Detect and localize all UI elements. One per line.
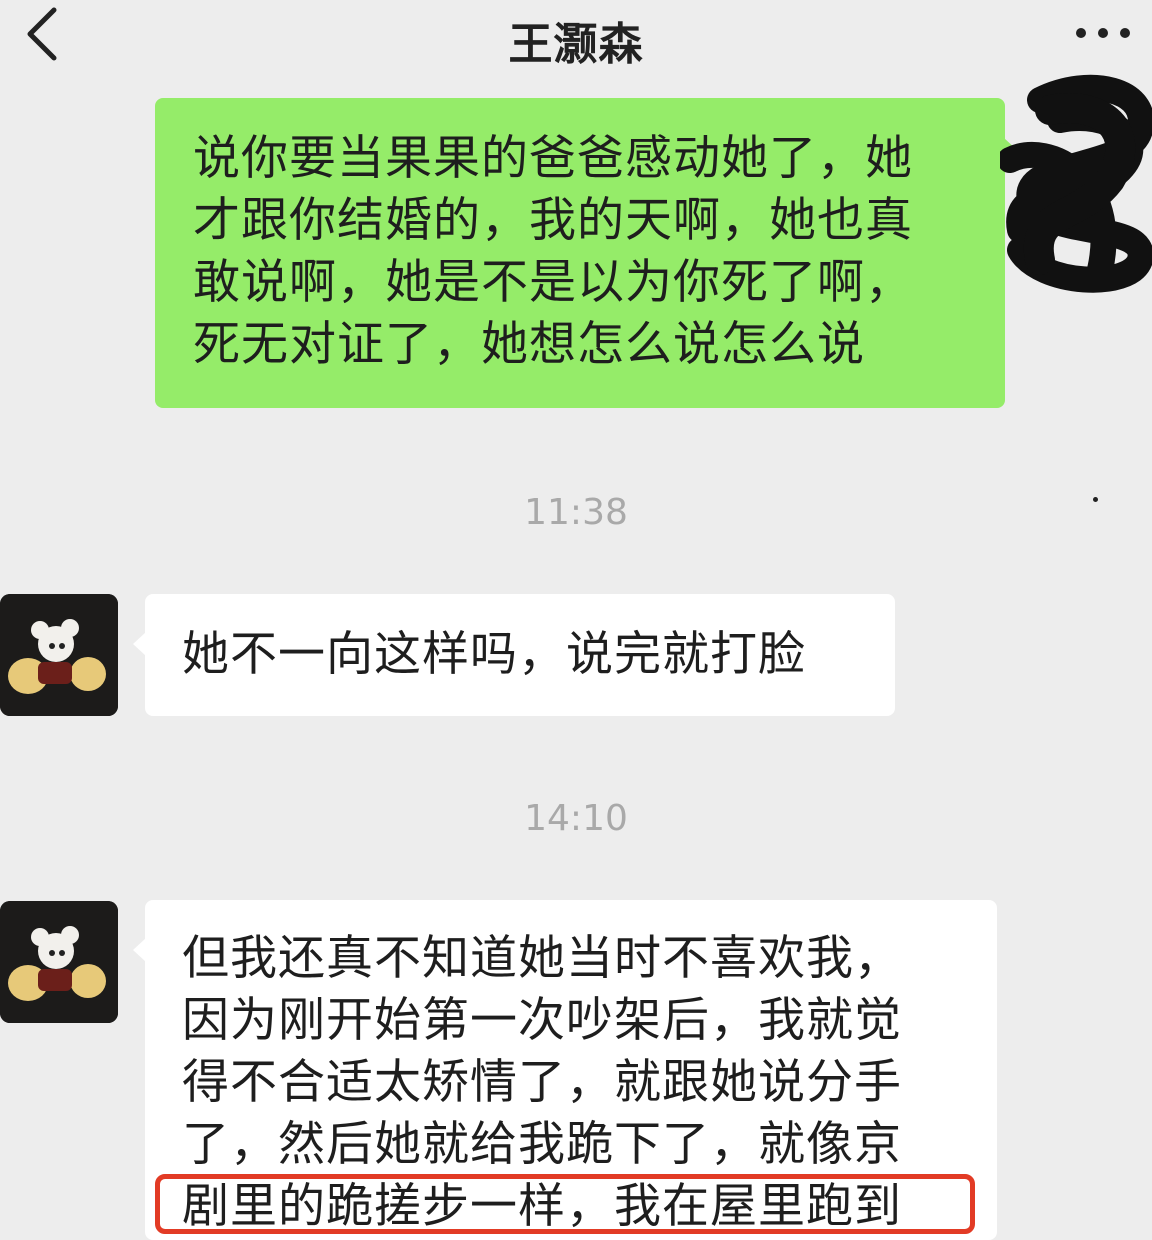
avatar-image (0, 901, 118, 1023)
message-line: 敢说啊，她是不是以为你死了啊， (193, 255, 913, 310)
timestamp: 11:38 (524, 492, 628, 533)
message-line: 她不一向这样吗，说完就打脸 (182, 627, 806, 682)
message-line: 因为刚开始第一次吵架后，我就觉 (182, 993, 902, 1048)
message-line: 才跟你结婚的，我的天啊，她也真 (193, 193, 913, 248)
highlight-annotation (155, 1174, 975, 1234)
more-options-button[interactable] (1068, 8, 1138, 58)
avatar-image (0, 594, 118, 716)
message-line: 死无对证了，她想怎么说怎么说 (193, 317, 865, 372)
contact-avatar[interactable] (0, 901, 118, 1023)
timestamp: 14:10 (524, 798, 628, 839)
message-line: 但我还真不知道她当时不喜欢我， (182, 931, 902, 986)
redaction-scribble (1000, 74, 1152, 293)
more-dots-icon (1076, 28, 1130, 38)
chat-header: 王灏森 (0, 0, 1152, 75)
received-message-bubble[interactable]: 她不一向这样吗，说完就打脸 (133, 594, 895, 716)
message-line: 了，然后她就给我跪下了，就像京 (182, 1117, 902, 1172)
message-line: 得不合适太矫情了，就跟她说分手 (182, 1055, 902, 1110)
message-line: 说你要当果果的爸爸感动她了，她 (193, 131, 913, 186)
contact-avatar[interactable] (0, 594, 118, 716)
sent-message-bubble[interactable]: 说你要当果果的爸爸感动她了，她 才跟你结婚的，我的天啊，她也真 敢说啊，她是不是… (155, 98, 1017, 408)
chat-title: 王灏森 (508, 19, 644, 70)
